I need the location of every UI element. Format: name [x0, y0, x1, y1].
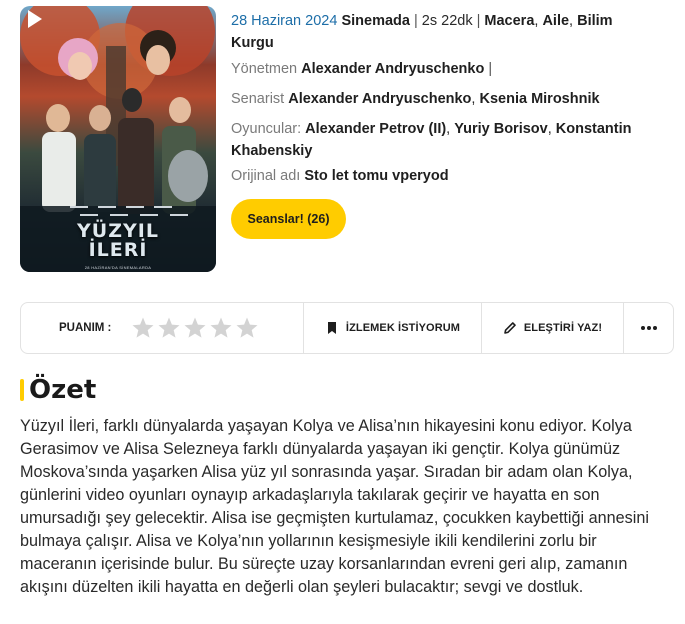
movie-poster[interactable]: YÜZYIL İLERİ 28 HAZİRAN'DA SİNEMALARDA	[20, 6, 216, 272]
play-trailer-icon[interactable]	[20, 6, 46, 32]
cast-row: Oyuncular: Alexander Petrov (II), Yuriy …	[231, 121, 632, 159]
cast-label: Oyuncular:	[231, 121, 302, 137]
star-icon-5[interactable]	[235, 316, 259, 340]
director-row: Yönetmen Alexander Andryuschenko |	[231, 61, 493, 77]
release-date-link[interactable]: 28 Haziran 2024	[231, 13, 337, 29]
poster-release-caption: 28 HAZİRAN'DA SİNEMALARDA	[84, 265, 152, 270]
genre-link-adventure[interactable]: Macera	[484, 13, 534, 29]
summary-text: Yüzyıl İleri, farklı dünyalarda yaşayan …	[20, 417, 649, 596]
bookmark-icon	[327, 322, 336, 334]
write-review-label: ELEŞTİRİ YAZ!	[523, 322, 603, 334]
star-icon-1[interactable]	[131, 316, 155, 340]
star-icon-3[interactable]	[183, 316, 207, 340]
writer-row: Senarist Alexander Andryuschenko, Ksenia…	[231, 91, 600, 107]
original-title-label: Orijinal adı	[231, 168, 301, 184]
summary-heading: Özet	[20, 374, 96, 406]
cast-link-2[interactable]: Yuriy Borisov	[454, 121, 547, 137]
rating-stars	[131, 316, 259, 340]
cast-link-1[interactable]: Alexander Petrov (II)	[305, 121, 446, 137]
star-icon-4[interactable]	[209, 316, 233, 340]
action-bar: PUANIM : İZLEMEK İSTİYORUM ELEŞTİRİ YAZ!	[20, 302, 674, 354]
summary-title: Özet	[29, 375, 97, 405]
movie-info: 28 Haziran 2024 Sinemada | 2s 22dk | Mac…	[231, 10, 651, 188]
director-label: Yönetmen	[231, 61, 298, 77]
summary-accent-bar	[20, 379, 24, 401]
writer-link-2[interactable]: Ksenia Miroshnik	[479, 91, 599, 107]
rating-label: PUANIM :	[59, 322, 112, 334]
poster-title-text: YÜZYIL İLERİ	[77, 220, 159, 261]
ellipsis-icon	[640, 326, 657, 330]
original-title-row: Orijinal adı Sto let tomu vperyod	[231, 165, 651, 187]
writer-label: Senarist	[231, 91, 285, 107]
showtimes-button[interactable]: Seanslar! (26)	[231, 199, 346, 239]
more-options-button[interactable]	[624, 303, 673, 353]
write-review-button[interactable]: ELEŞTİRİ YAZ!	[482, 303, 624, 353]
release-genre-row: 28 Haziran 2024 Sinemada | 2s 22dk | Mac…	[231, 13, 613, 51]
genre-link-family[interactable]: Aile	[542, 13, 569, 29]
duration: 2s 22dk	[421, 13, 473, 29]
writer-link-1[interactable]: Alexander Andryuschenko	[288, 91, 471, 107]
pencil-icon	[504, 322, 516, 334]
watchlist-button[interactable]: İZLEMEK İSTİYORUM	[304, 303, 482, 353]
director-link[interactable]: Alexander Andryuschenko	[301, 61, 484, 77]
rating-section: PUANIM :	[21, 303, 304, 353]
original-title: Sto let tomu vperyod	[304, 168, 449, 184]
watchlist-label: İZLEMEK İSTİYORUM	[345, 322, 461, 334]
star-icon-2[interactable]	[157, 316, 181, 340]
release-place: Sinemada	[341, 13, 410, 29]
